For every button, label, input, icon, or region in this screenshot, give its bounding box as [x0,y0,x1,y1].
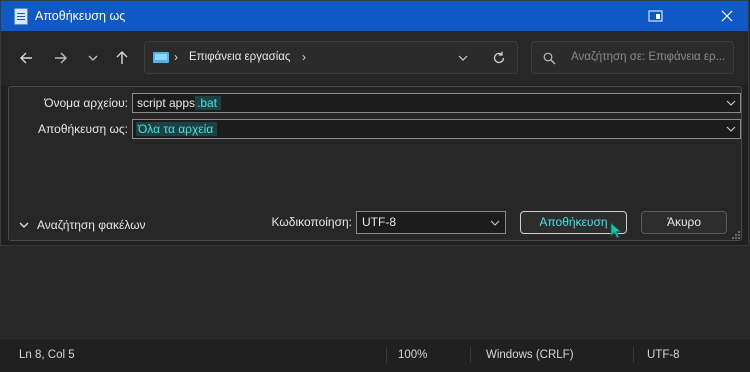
navigation-row: › Επιφάνεια εργασίας › Αναζήτηση σε: Επι… [1,31,748,85]
desktop-icon [153,52,169,63]
close-button[interactable] [703,1,749,31]
form-area: Όνομα αρχείου: script apps .bat Αποθήκευσ… [8,86,742,241]
search-placeholder: Αναζήτηση σε: Επιφάνεια ερ... [571,51,726,63]
resize-grip-icon[interactable] [731,230,741,240]
status-zoom[interactable]: 100% [398,349,427,361]
status-position: Ln 8, Col 5 [19,349,75,361]
encoding-select[interactable]: UTF-8 [356,211,506,234]
notepad-icon [14,8,28,25]
status-divider [633,347,634,363]
breadcrumb-separator[interactable]: › [302,50,306,64]
recent-locations-button[interactable] [81,46,105,70]
title-bar[interactable]: Αποθήκευση ως [1,1,748,31]
breadcrumb-separator: › [174,50,178,64]
save-as-dialog: Αποθήκευση ως › Επιφάνεια εργασίας › Ανα… [0,0,749,246]
back-icon [20,52,32,64]
dialog-title: Αποθήκευση ως [35,9,126,23]
cursor-icon [610,222,623,239]
savetype-select[interactable]: Όλα τα αρχεία [132,119,741,139]
status-encoding[interactable]: UTF-8 [647,349,680,361]
savetype-value: Όλα τα αρχεία [136,122,218,136]
chevron-down-icon[interactable] [725,123,737,135]
savetype-label: Αποθήκευση ως: [38,122,128,136]
filename-input[interactable]: script apps .bat [132,93,741,113]
address-dropdown-icon[interactable] [456,51,470,65]
cancel-button[interactable]: Άκυρο [641,211,727,234]
status-bar: Ln 8, Col 5 100% Windows (CRLF) UTF-8 [0,338,750,372]
chevron-down-icon[interactable] [725,97,737,109]
status-divider [386,347,387,363]
encoding-value: UTF-8 [362,215,396,229]
up-icon [116,51,128,64]
up-button[interactable] [110,46,134,70]
snap-button[interactable] [633,1,679,31]
search-icon [543,52,556,65]
address-bar[interactable]: › Επιφάνεια εργασίας › [144,41,518,74]
forward-icon [55,52,67,64]
filename-value: script apps [137,96,196,110]
close-icon [721,10,733,22]
forward-button[interactable] [49,46,73,70]
chevron-down-icon [490,220,500,226]
filename-label: Όνομα αρχείου: [44,96,128,110]
breadcrumb-desktop[interactable]: Επιφάνεια εργασίας [189,51,290,63]
chevron-down-icon [19,222,29,228]
status-line-ending[interactable]: Windows (CRLF) [486,349,574,361]
snap-icon [648,10,663,22]
back-button[interactable] [15,46,39,70]
browse-folders-label: Αναζήτηση φακέλων [37,218,146,232]
filename-selection: .bat [195,96,222,110]
recent-chevron-icon [88,55,98,61]
status-divider [470,347,471,363]
search-box[interactable]: Αναζήτηση σε: Επιφάνεια ερ... [531,41,734,74]
encoding-label: Κωδικοποίηση: [271,215,352,229]
refresh-icon[interactable] [491,50,507,66]
